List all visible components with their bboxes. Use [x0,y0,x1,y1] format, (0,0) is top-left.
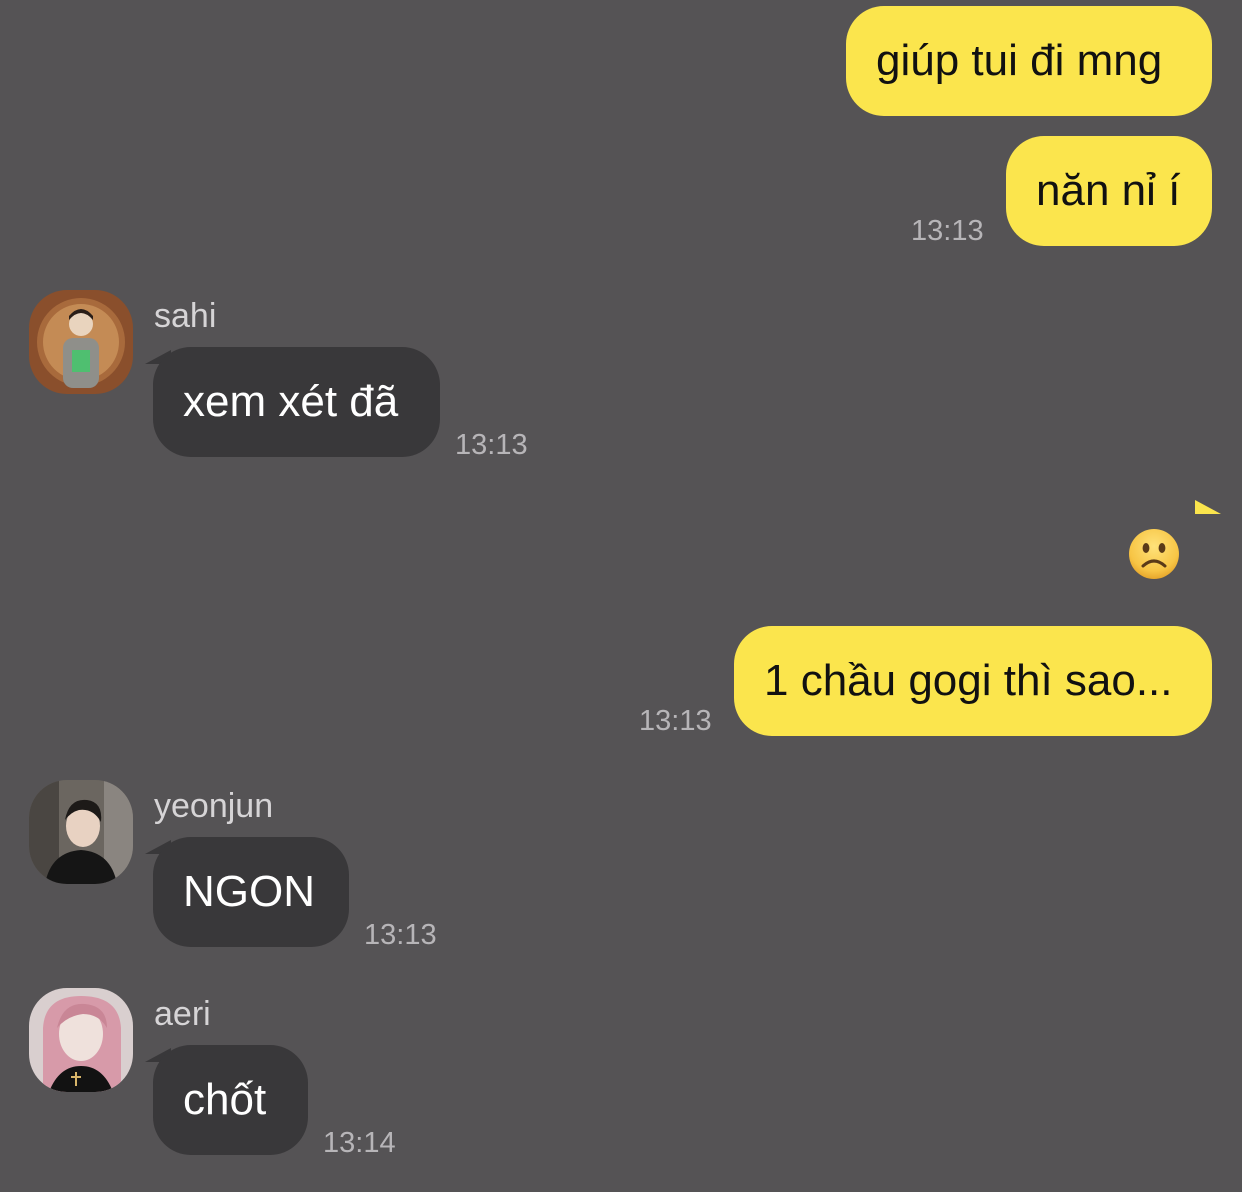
sender-name: aeri [154,995,211,1033]
avatar-image [29,988,133,1092]
message-text: năn nỉ í [1036,166,1181,215]
avatar-sahi[interactable] [29,290,133,394]
sender-name: sahi [154,297,217,335]
message-timestamp: 13:13 [911,215,984,247]
my-message-bubble[interactable]: năn nỉ í [1006,136,1212,246]
my-message-bubble[interactable]: 1 chầu gogi thì sao... [734,626,1212,736]
message-timestamp: 13:13 [639,705,712,737]
their-message-bubble[interactable]: xem xét đã [153,347,440,457]
message-text: giúp tui đi mng [876,36,1163,85]
message-text: chốt [183,1075,267,1124]
message-timestamp: 13:13 [455,429,528,461]
message-text: xem xét đã [183,377,399,426]
avatar-image [29,780,133,884]
frowning-face-emoji [1128,528,1180,585]
message-timestamp: 13:14 [323,1127,396,1159]
avatar-aeri[interactable] [29,988,133,1092]
message-timestamp: 13:13 [364,919,437,951]
avatar-yeonjun[interactable] [29,780,133,884]
message-text: 1 chầu gogi thì sao... [764,656,1173,705]
avatar-image [29,290,133,394]
message-text: NGON [183,867,315,916]
my-message-bubble[interactable]: giúp tui đi mng [846,6,1212,116]
sender-name: yeonjun [154,787,274,825]
their-message-bubble[interactable]: chốt [153,1045,308,1155]
their-message-bubble[interactable]: NGON [153,837,349,947]
bubble-tail [1195,500,1221,514]
